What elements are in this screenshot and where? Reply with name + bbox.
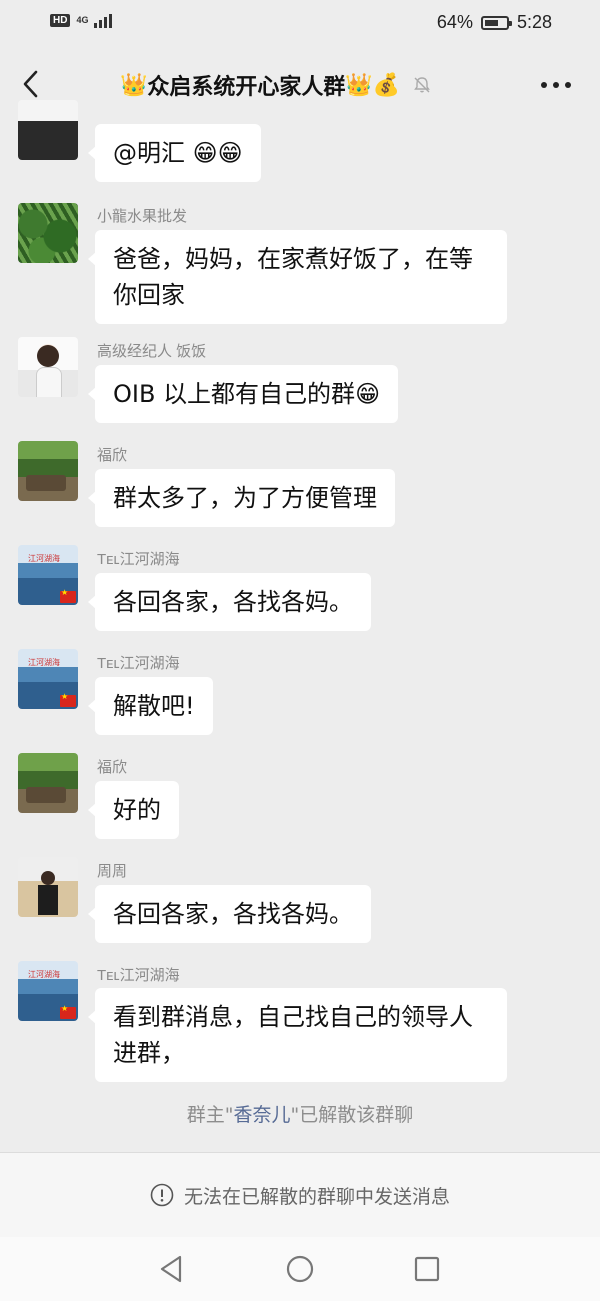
message-bubble[interactable]: 看到群消息，自己找自己的领导人 进群， xyxy=(88,988,507,1082)
message-text-line: 进群， xyxy=(113,1039,185,1067)
hd-indicator: HD xyxy=(50,13,71,27)
muted-bell-icon xyxy=(414,77,431,93)
group-name: 众启系统开心家人群 xyxy=(147,75,346,100)
battery-percent: 64% xyxy=(436,12,473,32)
message-text: 各回各家，各找各妈。 xyxy=(113,588,353,616)
more-options-button[interactable] xyxy=(538,72,574,98)
status-right: 64% 5:28 xyxy=(437,12,552,33)
message-text-line: 你回家 xyxy=(113,281,185,309)
china-flag-icon xyxy=(60,1004,76,1019)
message-row: 周周 各回各家，各找各妈。 xyxy=(0,857,600,947)
back-button[interactable] xyxy=(14,66,50,102)
message-bubble[interactable]: 各回各家，各找各妈。 xyxy=(88,885,371,943)
sender-name: Tᴇʟ江河湖海 xyxy=(97,967,180,984)
message-text: @明汇 xyxy=(113,139,193,167)
chevron-left-icon xyxy=(23,70,38,98)
sender-name: Tᴇʟ江河湖海 xyxy=(97,655,180,672)
china-flag-icon xyxy=(60,692,76,707)
message-text: 解散吧! xyxy=(113,692,195,720)
crown-moneybag-emoji: 👑💰 xyxy=(345,72,401,98)
message-bubble[interactable]: 爸爸，妈妈，在家煮好饭了，在等 你回家 xyxy=(88,230,507,324)
avatar[interactable] xyxy=(18,649,78,709)
message-text: 各回各家，各找各妈。 xyxy=(113,900,353,928)
group-owner-link[interactable]: 香奈儿 xyxy=(233,1104,290,1126)
avatar[interactable] xyxy=(18,100,78,160)
message-row: Tᴇʟ江河湖海 各回各家，各找各妈。 xyxy=(0,545,600,635)
message-bubble[interactable]: 解散吧! xyxy=(88,677,213,735)
circle-home-icon xyxy=(286,1255,314,1283)
message-bubble[interactable]: 群太多了，为了方便管理 xyxy=(88,469,395,527)
avatar[interactable] xyxy=(18,203,78,263)
message-row: Tᴇʟ江河湖海 解散吧! xyxy=(0,649,600,739)
notice-prefix: 群主" xyxy=(186,1104,234,1126)
message-row: 福欣 群太多了，为了方便管理 xyxy=(0,441,600,531)
system-home-button[interactable] xyxy=(284,1253,316,1285)
grin-emoji: 😁😁 xyxy=(192,139,243,167)
system-navigation-bar xyxy=(0,1237,600,1301)
sender-name: 高级经纪人 饭饭 xyxy=(97,343,207,360)
sender-name: 周周 xyxy=(97,863,128,880)
sender-name: 小龍水果批发 xyxy=(97,208,188,225)
message-bubble[interactable]: @明汇 😁😁 xyxy=(88,124,261,182)
sender-name: 福欣 xyxy=(97,759,128,776)
network-type: 4G xyxy=(76,14,89,25)
avatar[interactable] xyxy=(18,545,78,605)
message-text: 好的 xyxy=(113,796,161,824)
chat-header: 👑 众启系统开心家人群 👑💰 xyxy=(0,52,600,116)
chat-title: 👑 众启系统开心家人群 👑💰 xyxy=(120,68,490,102)
message-text: OIB 以上都有自己的群 xyxy=(113,380,356,408)
message-text: 群太多了，为了方便管理 xyxy=(113,484,377,512)
message-text-line: 爸爸，妈妈，在家煮好饭了，在等 xyxy=(113,245,473,273)
group-dissolved-notice: 群主"香奈儿"已解散该群聊 xyxy=(0,1100,600,1127)
grin-emoji: 😁 xyxy=(355,380,381,408)
more-dots-icon xyxy=(541,82,571,88)
message-bubble[interactable]: OIB 以上都有自己的群😁 xyxy=(87,365,399,423)
system-back-button[interactable] xyxy=(156,1253,188,1285)
message-row: Tᴇʟ江河湖海 看到群消息，自己找自己的领导人 进群， xyxy=(0,961,600,1082)
china-flag-icon xyxy=(60,588,76,603)
triangle-back-icon xyxy=(160,1255,182,1283)
message-bubble[interactable]: 各回各家，各找各妈。 xyxy=(88,573,371,631)
signal-icon xyxy=(94,12,113,28)
avatar[interactable] xyxy=(18,337,78,397)
message-row: 高级经纪人 饭饭 OIB 以上都有自己的群😁 xyxy=(0,337,600,427)
avatar[interactable] xyxy=(18,857,78,917)
sender-name: 福欣 xyxy=(97,447,128,464)
avatar[interactable] xyxy=(18,441,78,501)
avatar[interactable] xyxy=(18,961,78,1021)
square-recents-icon xyxy=(414,1256,440,1282)
clock: 5:28 xyxy=(516,12,552,32)
system-recents-button[interactable] xyxy=(411,1253,443,1285)
battery-icon xyxy=(480,15,512,30)
message-row: @明汇 😁😁 xyxy=(0,100,600,188)
status-bar: HD 4G 64% 5:28 xyxy=(0,0,600,48)
message-bubble[interactable]: 好的 xyxy=(88,781,179,839)
sender-name: Tᴇʟ江河湖海 xyxy=(97,551,180,568)
info-icon xyxy=(150,1183,174,1207)
disabled-message: 无法在已解散的群聊中发送消息 xyxy=(183,1185,450,1208)
message-text-line: 看到群消息，自己找自己的领导人 xyxy=(113,1003,473,1031)
status-left: HD 4G xyxy=(50,12,113,28)
notice-suffix: "已解散该群聊 xyxy=(290,1104,414,1126)
message-row: 小龍水果批发 爸爸，妈妈，在家煮好饭了，在等 你回家 xyxy=(0,203,600,324)
message-row: 福欣 好的 xyxy=(0,753,600,843)
disabled-input-bar: 无法在已解散的群聊中发送消息 xyxy=(0,1152,600,1237)
crown-emoji: 👑 xyxy=(120,72,148,98)
avatar[interactable] xyxy=(18,753,78,813)
